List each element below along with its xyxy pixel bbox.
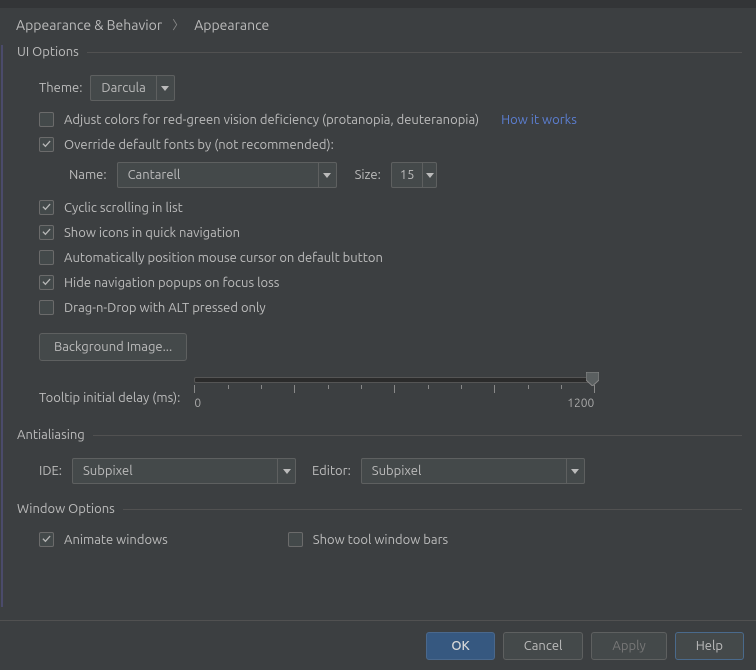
ide-aa-select[interactable]: Subpixel — [72, 458, 296, 484]
chevron-right-icon: 〉 — [172, 16, 184, 33]
adjust-colors-checkbox[interactable] — [39, 112, 54, 127]
override-fonts-checkbox[interactable] — [39, 137, 54, 152]
breadcrumb-parent[interactable]: Appearance & Behavior — [16, 17, 162, 33]
chevron-down-icon[interactable] — [156, 76, 174, 100]
chevron-down-icon[interactable] — [566, 459, 584, 483]
font-name-select[interactable]: Cantarell — [117, 162, 337, 188]
section-title-antialiasing: Antialiasing — [17, 428, 85, 442]
help-button[interactable]: Help — [675, 632, 744, 660]
adjust-colors-label: Adjust colors for red-green vision defic… — [64, 113, 479, 127]
how-it-works-link[interactable]: How it works — [501, 113, 577, 127]
theme-select[interactable]: Darcula — [90, 75, 174, 101]
tooltip-delay-label: Tooltip initial delay (ms): — [39, 375, 180, 405]
cyclic-scrolling-checkbox[interactable] — [39, 200, 54, 215]
section-title-window-options: Window Options — [17, 502, 115, 516]
cancel-button[interactable]: Cancel — [503, 632, 584, 660]
chevron-down-icon[interactable] — [318, 163, 336, 187]
chevron-down-icon[interactable] — [422, 163, 435, 187]
apply-button[interactable]: Apply — [591, 632, 666, 660]
show-icons-label: Show icons in quick navigation — [64, 226, 240, 240]
auto-mouse-checkbox[interactable] — [39, 250, 54, 265]
show-tool-bars-label: Show tool window bars — [313, 533, 448, 547]
section-title-ui-options: UI Options — [17, 45, 79, 59]
show-icons-checkbox[interactable] — [39, 225, 54, 240]
font-name-label: Name: — [69, 168, 107, 182]
dialog-footer: OK Cancel Apply Help — [0, 620, 756, 670]
show-tool-bars-checkbox[interactable] — [288, 532, 303, 547]
cyclic-scrolling-label: Cyclic scrolling in list — [64, 201, 183, 215]
drag-alt-label: Drag-n-Drop with ALT pressed only — [64, 301, 266, 315]
font-size-label: Size: — [355, 168, 381, 182]
ide-aa-label: IDE: — [39, 464, 62, 478]
theme-label: Theme: — [39, 81, 82, 95]
auto-mouse-label: Automatically position mouse cursor on d… — [64, 251, 383, 265]
hide-popups-label: Hide navigation popups on focus loss — [64, 276, 279, 290]
slider-min-label: 0 — [194, 397, 201, 410]
override-fonts-label: Override default fonts by (not recommend… — [64, 138, 334, 152]
animate-windows-checkbox[interactable] — [39, 532, 54, 547]
chevron-down-icon[interactable] — [277, 459, 295, 483]
editor-aa-label: Editor: — [312, 464, 351, 478]
font-size-select[interactable]: 15 — [391, 162, 437, 188]
slider-max-label: 1200 — [567, 397, 594, 410]
breadcrumb-current: Appearance — [194, 17, 269, 33]
animate-windows-label: Animate windows — [64, 533, 168, 547]
ok-button[interactable]: OK — [426, 632, 494, 660]
drag-alt-checkbox[interactable] — [39, 300, 54, 315]
slider-thumb-icon[interactable] — [586, 372, 599, 386]
breadcrumb: Appearance & Behavior 〉 Appearance — [0, 8, 756, 45]
tooltip-delay-slider[interactable] — [194, 377, 594, 383]
editor-aa-select[interactable]: Subpixel — [361, 458, 585, 484]
hide-popups-checkbox[interactable] — [39, 275, 54, 290]
background-image-button[interactable]: Background Image... — [39, 333, 187, 361]
